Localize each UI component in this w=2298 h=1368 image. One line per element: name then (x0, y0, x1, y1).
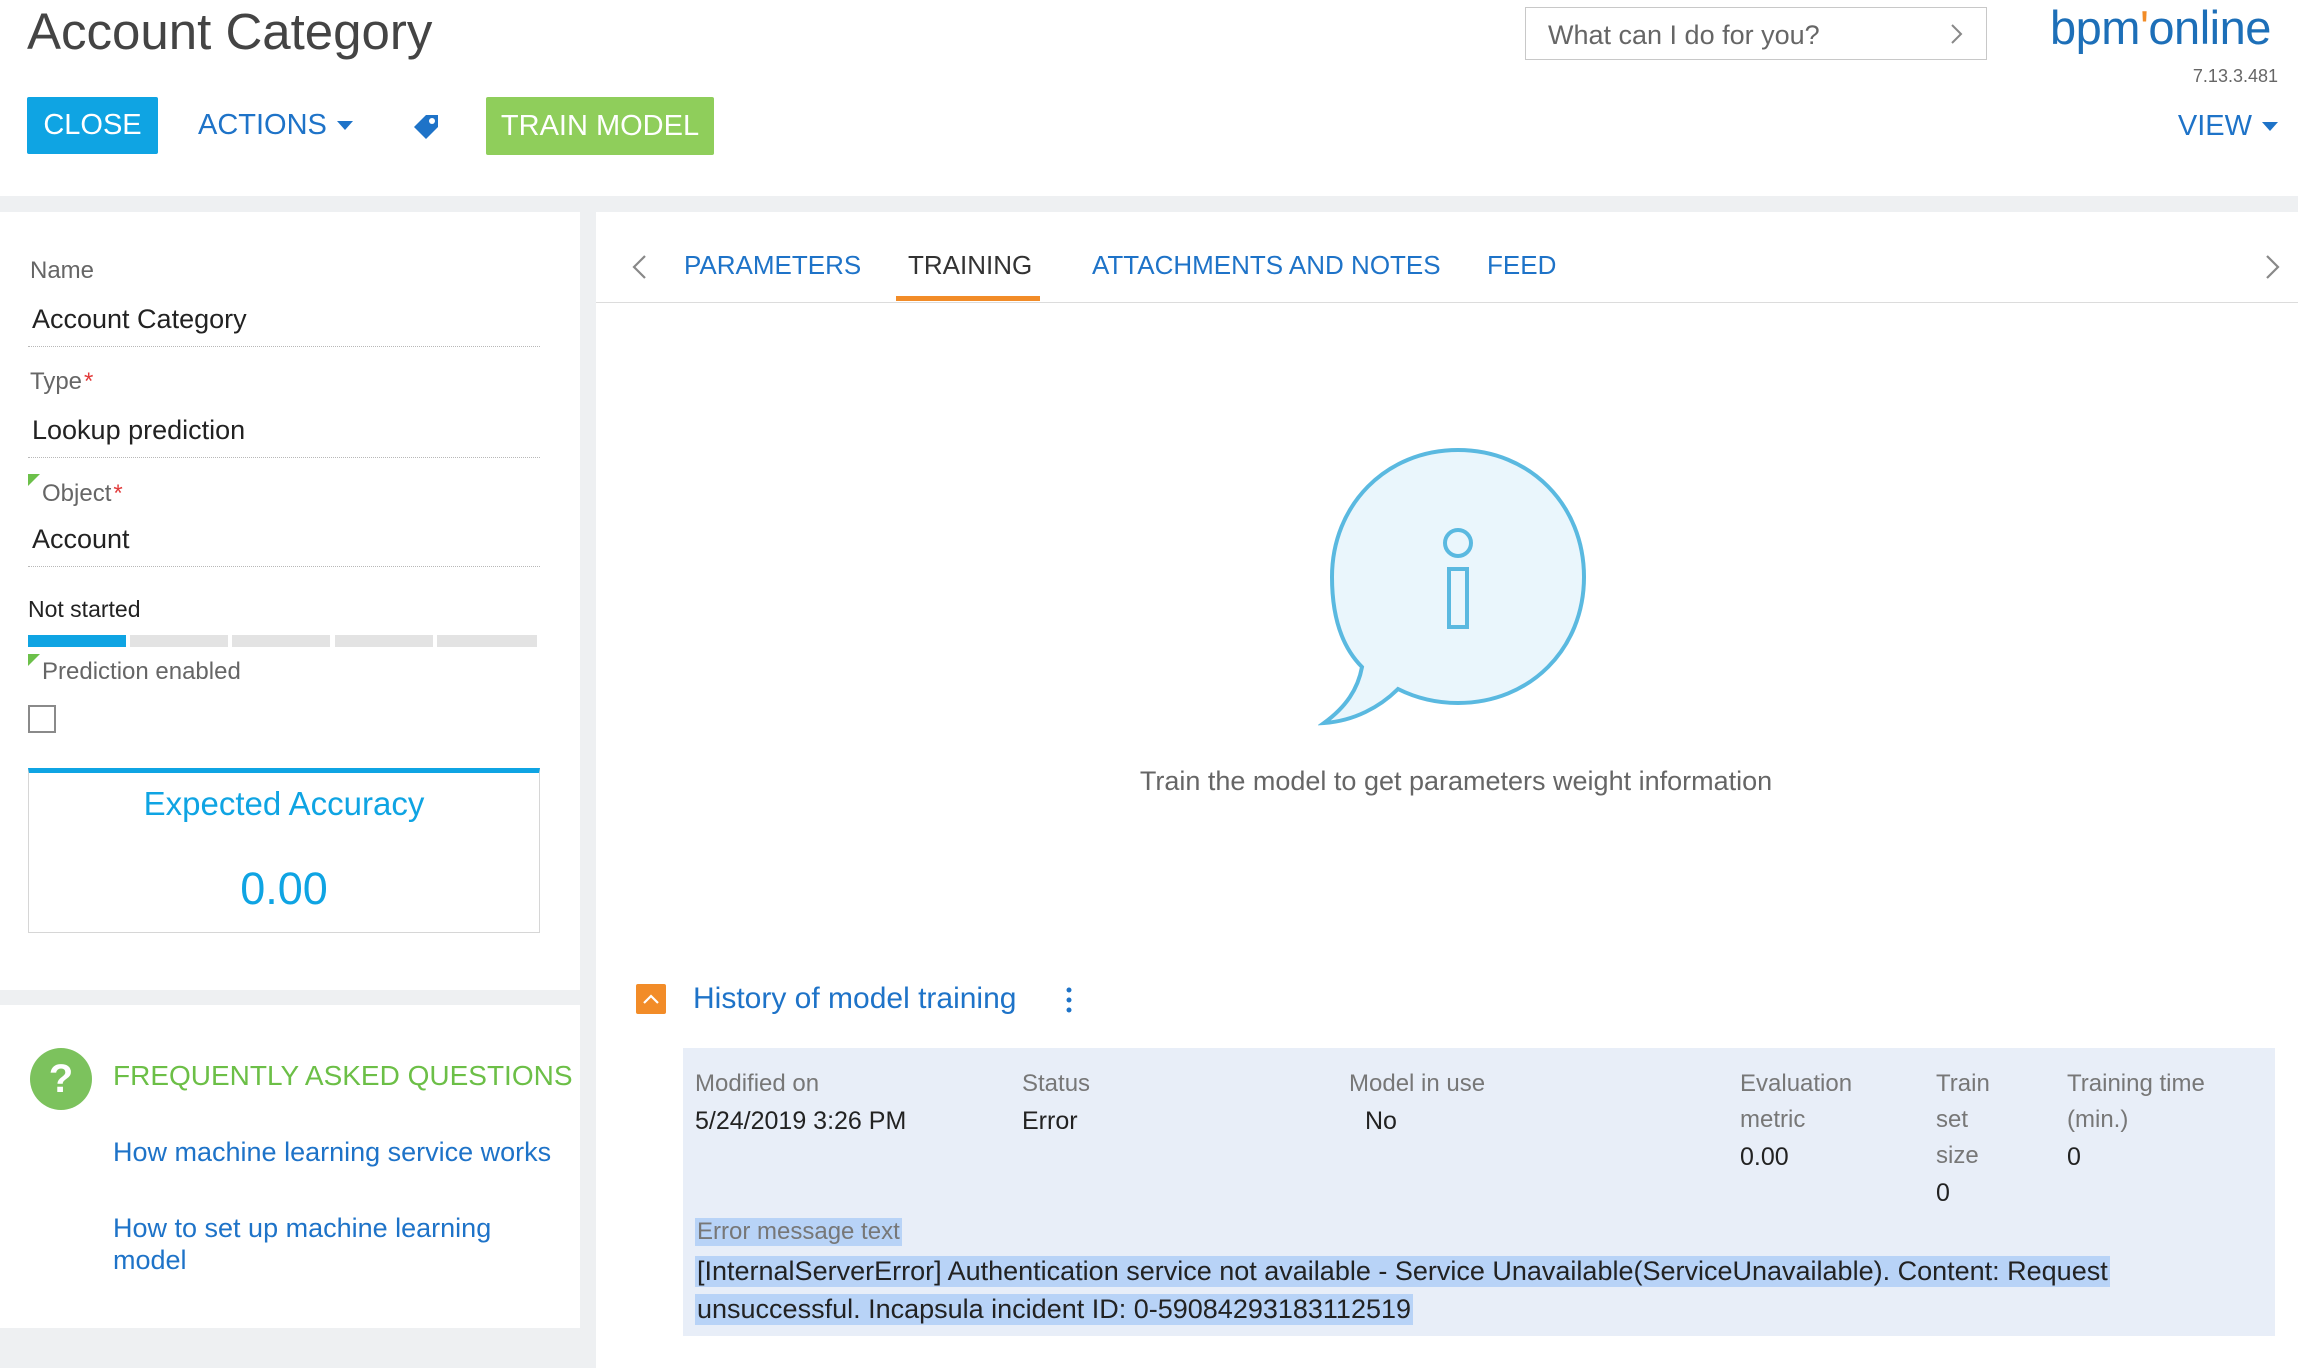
hint-corner-icon (28, 654, 40, 666)
object-field[interactable]: Account (32, 524, 130, 555)
training-info-text: Train the model to get parameters weight… (1139, 766, 1773, 796)
column-status: Status (1022, 1070, 1091, 1097)
train-model-button[interactable]: TRAIN MODEL (486, 97, 714, 155)
required-mark: * (84, 368, 94, 395)
hint-corner-icon (28, 474, 40, 486)
caret-down-icon (336, 121, 353, 130)
progress-segment-4[interactable] (335, 635, 433, 647)
cell-status: Error (1022, 1107, 1078, 1135)
info-bubble-icon (1318, 447, 1587, 726)
view-menu-button[interactable]: VIEW (2178, 110, 2278, 143)
progress-segment-1[interactable] (28, 635, 126, 647)
tab-scroll-left-icon[interactable] (629, 254, 651, 280)
required-mark: * (113, 480, 123, 507)
more-vertical-icon[interactable] (1063, 985, 1075, 1015)
type-field-underline (28, 457, 540, 458)
tab-scroll-right-icon[interactable] (2261, 254, 2283, 280)
logo-text-online: online (2148, 1, 2271, 54)
actions-menu-button[interactable]: ACTIONS (198, 97, 353, 154)
tab-attachments-and-notes[interactable]: ATTACHMENTS AND NOTES (1092, 250, 1441, 281)
tab-training[interactable]: TRAINING (908, 250, 1032, 281)
faq-link-how-ml-works[interactable]: How machine learning service works (113, 1136, 553, 1168)
version-label: 7.13.3.481 (2192, 66, 2278, 86)
collapse-history-button[interactable] (636, 984, 666, 1014)
progress-segment-2[interactable] (130, 635, 228, 647)
command-search[interactable] (1525, 7, 1987, 60)
object-label: Object* (42, 480, 123, 508)
faq-title: FREQUENTLY ASKED QUESTIONS (113, 1060, 573, 1091)
error-message-label: Error message text (695, 1218, 902, 1246)
chevron-right-icon[interactable] (1944, 22, 1968, 46)
column-train-set-size-line3: size (1936, 1142, 1979, 1169)
error-message-line2: unsuccessful. Incapsula incident ID: 0-5… (695, 1294, 1414, 1325)
cell-train-set-size: 0 (1936, 1179, 1950, 1207)
expected-accuracy-title: Expected Accuracy (143, 785, 425, 822)
object-label-text: Object (42, 480, 112, 507)
faq-link-setup-ml-model[interactable]: How to set up machine learning model (113, 1212, 553, 1276)
bpmonline-logo: bpm'online (2050, 0, 2271, 55)
chevron-up-icon (643, 994, 659, 1004)
type-label: Type* (30, 368, 93, 396)
column-training-time-line2: (min.) (2067, 1106, 2129, 1133)
logo-text-bpm: bpm (2050, 1, 2140, 54)
name-field[interactable]: Account Category (32, 304, 247, 335)
column-train-set-size-line2: set (1936, 1106, 1969, 1133)
column-evaluation-metric-line1: Evaluation (1740, 1070, 1853, 1097)
status-label: Not started (28, 596, 141, 622)
tab-parameters[interactable]: PARAMETERS (684, 250, 861, 281)
caret-down-icon (2262, 122, 2278, 131)
name-field-underline (28, 346, 540, 347)
prediction-enabled-label: Prediction enabled (42, 658, 241, 685)
progress-segment-5[interactable] (437, 635, 537, 647)
error-message-line1: [InternalServerError] Authentication ser… (695, 1256, 2110, 1287)
active-tab-indicator (896, 296, 1040, 301)
object-field-underline (28, 566, 540, 567)
expected-accuracy-widget: Expected Accuracy 0.00 (28, 768, 540, 933)
progress-segment-3[interactable] (232, 635, 330, 647)
cell-evaluation-metric: 0.00 (1740, 1143, 1789, 1171)
column-model-in-use: Model in use (1349, 1070, 1486, 1097)
tabs-divider (596, 302, 2298, 303)
tag-button[interactable] (408, 109, 444, 145)
expected-accuracy-value: 0.00 (240, 863, 328, 914)
close-button[interactable]: CLOSE (27, 97, 158, 154)
page-title: Account Category (27, 3, 433, 60)
prediction-enabled-checkbox[interactable] (28, 705, 56, 733)
question-icon: ? (30, 1048, 92, 1110)
cell-modified-on: 5/24/2019 3:26 PM (695, 1107, 907, 1135)
tab-feed[interactable]: FEED (1487, 250, 1556, 281)
column-train-set-size-line1: Train (1936, 1070, 1990, 1097)
history-title[interactable]: History of model training (693, 982, 1016, 1016)
column-evaluation-metric-line2: metric (1740, 1106, 1806, 1133)
cell-model-in-use: No (1365, 1107, 1397, 1135)
tag-icon (414, 115, 438, 139)
name-label: Name (30, 257, 95, 284)
view-label: VIEW (2177, 110, 2252, 142)
actions-label: ACTIONS (198, 109, 327, 141)
type-label-text: Type (30, 368, 83, 395)
command-search-input[interactable] (1546, 18, 1930, 52)
cell-training-time: 0 (2067, 1143, 2081, 1171)
column-training-time-line1: Training time (2067, 1070, 2205, 1097)
type-field[interactable]: Lookup prediction (32, 415, 245, 446)
column-modified-on: Modified on (695, 1070, 820, 1097)
